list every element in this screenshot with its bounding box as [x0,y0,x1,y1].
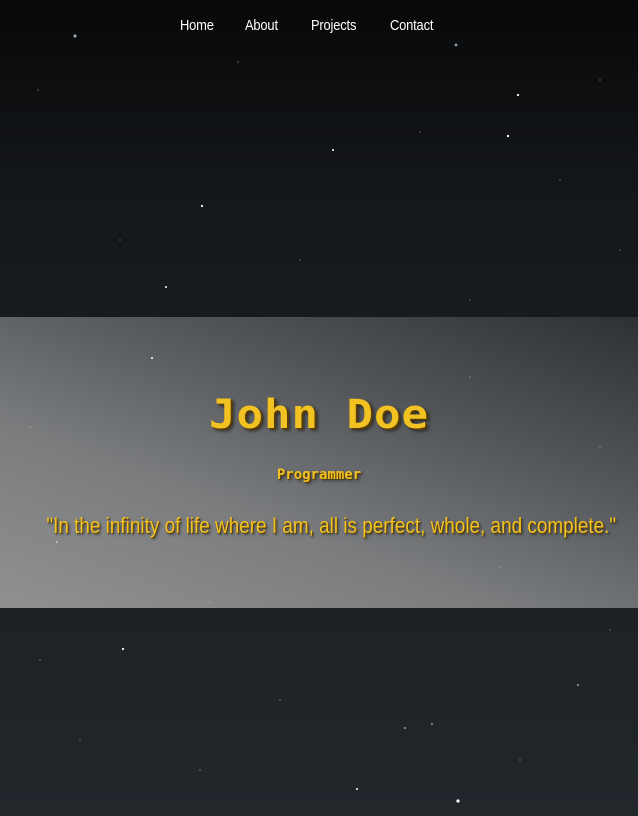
nav-link-projects[interactable]: Projects [311,17,356,34]
nav-link-contact[interactable]: Contact [390,17,433,34]
nav-link-home[interactable]: Home [180,17,214,34]
hero-name-heading: John Doe [209,391,429,438]
hero-banner: John Doe Programmer "In the infinity of … [0,317,638,608]
hero-quote-text: "In the infinity of life where I am, all… [46,513,617,538]
hero-role-subtitle: Programmer [276,467,362,483]
hero-starfield [29,356,601,603]
top-navigation: Home About Projects Contact [0,0,638,56]
nav-link-about[interactable]: About [245,17,278,34]
hero-quote: "In the infinity of life where I am, all… [0,513,638,539]
